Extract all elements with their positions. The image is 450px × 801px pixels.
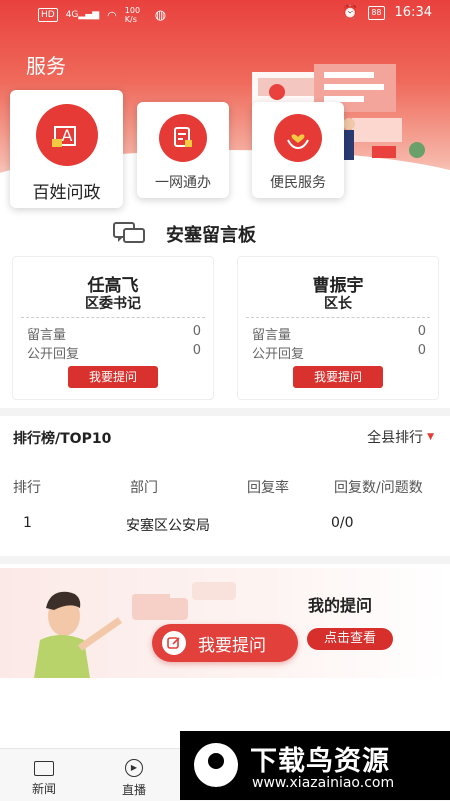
ratio-cell: 0/0 [331, 515, 354, 531]
nav-item-news[interactable]: 新闻 [14, 757, 74, 797]
clock: 16:34 [394, 5, 432, 20]
stat-row: 留言量 0 [252, 324, 426, 343]
watermark-title: 下载鸟资源 [250, 746, 390, 777]
hand-heart-icon [274, 114, 322, 162]
service-label: 百姓问政 [32, 183, 101, 203]
stat-label: 留言量 [27, 328, 67, 343]
leader-card: 任高飞 区委书记 留言量 0 公开回复 0 我要提问 [12, 256, 214, 400]
ask-label: 我要提问 [198, 635, 266, 656]
service-label: 一网通办 [155, 175, 211, 191]
divider [21, 317, 205, 318]
leader-card: 曹振宇 区长 留言量 0 公开回复 0 我要提问 [237, 256, 439, 400]
stat-value: 0 [192, 324, 201, 339]
wifi-icon: ◠ [107, 8, 117, 22]
dept-cell: 安塞区公安局 [126, 518, 210, 534]
ask-question-main-button[interactable]: 我要提问 [152, 624, 298, 662]
stat-value: 0 [192, 343, 201, 358]
stat-label: 公开回复 [252, 347, 305, 362]
rank-cell: 1 [23, 515, 32, 531]
column-header: 排行 [13, 480, 41, 496]
section-divider [0, 408, 450, 416]
caret-down-icon: ▼ [427, 432, 434, 442]
stat-row: 留言量 0 [27, 324, 201, 343]
status-bar: HD 4G▂▄▆ ◠ 100 K/s ◍ ⏰ 88 16:34 [0, 0, 450, 28]
nav-label: 新闻 [31, 782, 56, 796]
stat-value: 0 [417, 324, 426, 339]
column-header: 部门 [130, 480, 158, 496]
ranking-filter-dropdown[interactable]: 全县排行 ▼ [367, 427, 434, 447]
edit-icon [162, 631, 186, 655]
service-card-baixing[interactable]: A 百姓问政 [10, 90, 123, 208]
watermark-logo: 下载鸟资源 www.xiazainiao.com [180, 731, 450, 800]
nav-label: 直播 [121, 783, 146, 797]
bird-logo-icon [194, 743, 238, 787]
ranking-filter-label: 全县排行 [367, 430, 424, 446]
battery-icon: 88 [368, 5, 385, 20]
leader-position: 区长 [324, 296, 352, 312]
service-card-bianmin[interactable]: 便民服务 [252, 102, 344, 198]
service-card-yiwang[interactable]: 一网通办 [137, 102, 229, 198]
newspaper-icon [34, 761, 54, 776]
message-board-title: 安塞留言板 [166, 225, 256, 246]
watermark-url: www.xiazainiao.com [252, 775, 395, 791]
document-pen-icon [159, 114, 207, 162]
stat-label: 公开回复 [27, 347, 80, 362]
network-speed: 100 K/s [124, 6, 141, 24]
service-label: 便民服务 [270, 175, 326, 191]
view-my-questions-button[interactable]: 点击查看 [307, 628, 393, 650]
column-header: 回复数/问题数 [334, 480, 423, 496]
page-title: 服务 [26, 54, 66, 78]
message-board-header: 安塞留言板 [112, 220, 256, 248]
stat-row: 公开回复 0 [27, 343, 201, 362]
signal-icon: 4G▂▄▆ [65, 10, 100, 20]
wechat-icon: ◍ [154, 7, 167, 23]
ask-question-button[interactable]: 我要提问 [293, 366, 383, 388]
chat-bubbles-icon [113, 222, 145, 243]
play-icon: ▶ [125, 759, 143, 777]
stat-label: 留言量 [252, 328, 292, 343]
divider [246, 317, 430, 318]
ask-question-button[interactable]: 我要提问 [68, 366, 158, 388]
my-question-title: 我的提问 [308, 596, 373, 615]
section-divider [0, 556, 450, 564]
leader-position: 区委书记 [85, 296, 141, 312]
stat-row: 公开回复 0 [252, 343, 426, 362]
alarm-icon: ⏰ [342, 5, 359, 20]
writing-a-icon: A [35, 104, 98, 166]
column-header: 回复率 [247, 480, 289, 496]
chat-decor-icon [132, 582, 236, 620]
ranking-title: 排行榜/TOP10 [13, 431, 112, 447]
hd-indicator: HD [38, 8, 58, 22]
nav-item-live[interactable]: ▶ 直播 [104, 757, 164, 798]
stat-value: 0 [417, 343, 426, 358]
svg-text:A: A [61, 126, 72, 145]
